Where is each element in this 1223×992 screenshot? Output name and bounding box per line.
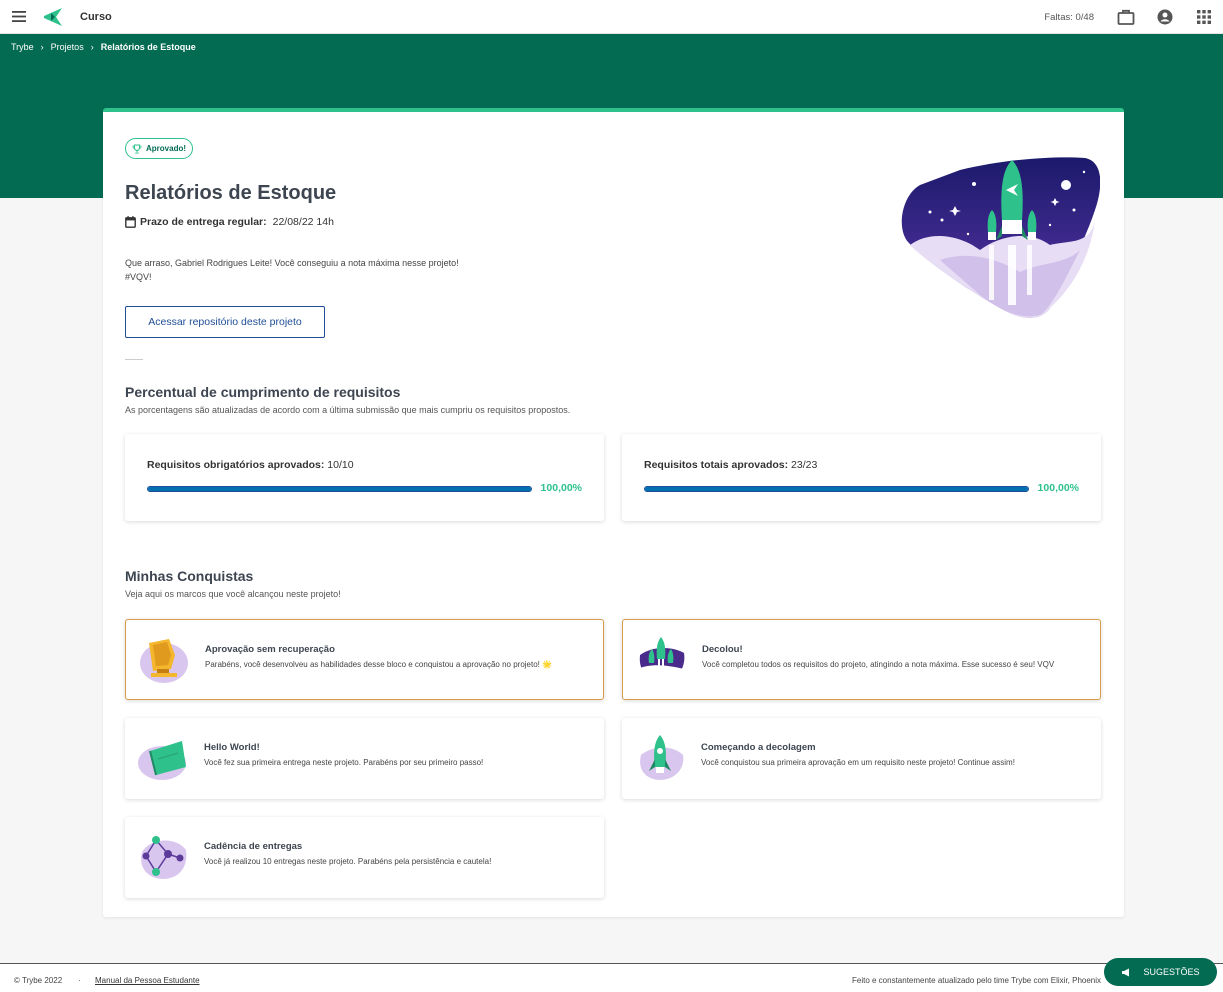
- breadcrumb-projetos[interactable]: Projetos: [51, 42, 84, 52]
- requirement-count: 23/23: [791, 459, 818, 471]
- suggestions-button[interactable]: SUGESTÕES: [1104, 958, 1217, 986]
- achievement-card: Hello World! Você fez sua primeira entre…: [125, 718, 604, 799]
- suggestions-label: SUGESTÕES: [1143, 967, 1200, 977]
- rockets-launch-icon: [638, 637, 685, 683]
- calendar-icon: [125, 216, 136, 228]
- requirement-label-text: Requisitos obrigatórios aprovados:: [147, 459, 325, 471]
- achievement-card: Começando a decolagem Você conquistou su…: [622, 718, 1101, 799]
- menu-icon: [12, 11, 26, 22]
- requirement-progress-fill: [645, 487, 1028, 491]
- requirement-label-text: Requisitos totais aprovados:: [644, 459, 789, 471]
- congrats-message: Que arraso, Gabriel Rodrigues Leite! Voc…: [125, 256, 525, 284]
- rocket-launch-illustration: [901, 157, 1100, 318]
- requirement-label: Requisitos obrigatórios aprovados: 10/10: [147, 459, 354, 471]
- breadcrumb: Trybe › Projetos › Relatórios de Estoque: [11, 42, 196, 52]
- deadline-label: Prazo de entrega regular:: [140, 216, 267, 228]
- footer-separator: ·: [78, 976, 81, 985]
- briefcase-button[interactable]: [1106, 0, 1145, 34]
- project-card: Aprovado! Relatórios de Estoque Prazo de…: [103, 108, 1124, 917]
- network-icon: [141, 836, 187, 879]
- account-icon: [1157, 9, 1172, 25]
- approved-badge: Aprovado!: [125, 138, 193, 159]
- top-bar: Curso Faltas: 0/48: [0, 0, 1223, 34]
- deadline-value: 22/08/22 14h: [272, 216, 334, 228]
- divider: [125, 359, 143, 360]
- requirement-percent: 100,00%: [540, 482, 582, 494]
- student-manual-link[interactable]: Manual da Pessoa Estudante: [95, 976, 200, 985]
- account-button[interactable]: [1145, 0, 1184, 34]
- footer-copyright: © Trybe 2022: [14, 976, 63, 985]
- congrats-hashtag: #VQV!: [125, 272, 152, 282]
- achievement-title: Aprovação sem recuperação: [205, 644, 335, 655]
- trophy-icon: [132, 144, 142, 154]
- repository-button[interactable]: Acessar repositório deste projeto: [125, 306, 325, 338]
- requirements-title: Percentual de cumprimento de requisitos: [125, 384, 401, 400]
- requirement-percent: 100,00%: [1037, 482, 1079, 494]
- required-requirements-box: Requisitos obrigatórios aprovados: 10/10…: [125, 434, 604, 521]
- rocket-icon: [640, 735, 684, 780]
- achievement-title: Hello World!: [204, 742, 260, 753]
- achievement-description: Parabéns, você desenvolveu as habilidade…: [205, 660, 553, 669]
- achievement-description: Você conquistou sua primeira aprovação e…: [701, 758, 1015, 767]
- breadcrumb-separator: ›: [90, 42, 94, 52]
- total-requirements-box: Requisitos totais aprovados: 23/23 100,0…: [622, 434, 1101, 521]
- achievement-title: Decolou!: [702, 644, 743, 655]
- achievement-title: Começando a decolagem: [701, 742, 816, 753]
- briefcase-icon: [1117, 9, 1134, 25]
- achievement-title: Cadência de entregas: [204, 841, 303, 852]
- achievement-card: Cadência de entregas Você já realizou 10…: [125, 817, 604, 898]
- achievement-description: Você fez sua primeira entrega neste proj…: [204, 758, 484, 767]
- apps-button[interactable]: [1184, 0, 1223, 34]
- menu-button[interactable]: [0, 0, 38, 34]
- achievement-description: Você completou todos os requisitos do pr…: [702, 660, 1055, 669]
- requirement-progress-bar: [644, 486, 1029, 492]
- breadcrumb-separator: ›: [40, 42, 44, 52]
- requirement-label: Requisitos totais aprovados: 23/23: [644, 459, 817, 471]
- congrats-line: Que arraso, Gabriel Rodrigues Leite! Voc…: [125, 258, 459, 268]
- gold-medal-icon: [140, 639, 188, 683]
- achievement-description: Você já realizou 10 entregas neste proje…: [204, 857, 492, 866]
- breadcrumb-current: Relatórios de Estoque: [100, 42, 196, 52]
- requirements-subtitle: As porcentagens são atualizadas de acord…: [125, 405, 571, 415]
- requirement-progress-bar: [147, 486, 532, 492]
- absences-counter: Faltas: 0/48: [1044, 11, 1094, 23]
- trybe-logo[interactable]: [38, 0, 68, 34]
- footer: © Trybe 2022 · Manual da Pessoa Estudant…: [0, 963, 1223, 992]
- achievements-title: Minhas Conquistas: [125, 568, 254, 584]
- apps-icon: [1196, 10, 1211, 24]
- page-title: Relatórios de Estoque: [125, 182, 337, 204]
- megaphone-icon: [1121, 968, 1131, 977]
- requirement-progress-fill: [148, 487, 531, 491]
- achievement-card: Aprovação sem recuperação Parabéns, você…: [125, 619, 604, 700]
- achievement-card: Decolou! Você completou todos os requisi…: [622, 619, 1101, 700]
- deadline: Prazo de entrega regular: 22/08/22 14h: [125, 216, 334, 228]
- course-title[interactable]: Curso: [80, 11, 112, 23]
- requirement-count: 10/10: [327, 459, 354, 471]
- approved-badge-label: Aprovado!: [146, 144, 186, 153]
- achievements-subtitle: Veja aqui os marcos que você alcançou ne…: [125, 589, 341, 599]
- footer-credits: Feito e constantemente atualizado pelo t…: [852, 976, 1102, 985]
- flag-icon: [138, 741, 186, 780]
- breadcrumb-trybe[interactable]: Trybe: [11, 42, 34, 52]
